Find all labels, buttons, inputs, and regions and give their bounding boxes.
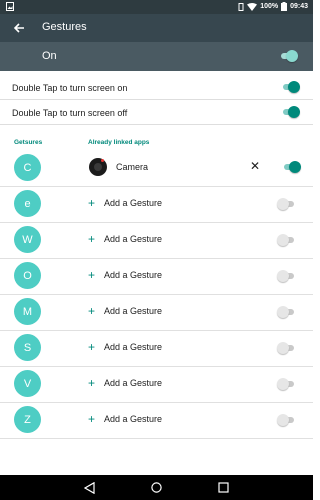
setting-label: Double Tap to turn screen off (12, 108, 128, 118)
switch-thumb (277, 270, 289, 282)
add-gesture-label[interactable]: Add a Gesture (104, 342, 162, 352)
master-toggle-label: On (42, 50, 57, 62)
unlink-close-icon[interactable]: ✕ (250, 159, 260, 173)
camera-lens (94, 163, 102, 171)
add-gesture-plus-icon[interactable]: + (88, 232, 95, 246)
gesture-switch-e[interactable] (277, 198, 295, 210)
add-gesture-plus-icon[interactable]: + (88, 340, 95, 354)
nav-back-icon[interactable] (84, 482, 95, 494)
linked-apps-header: Already linked apps (88, 139, 150, 146)
app-bar: Gestures (0, 14, 313, 42)
switch-thumb (277, 306, 289, 318)
add-gesture-label[interactable]: Add a Gesture (104, 270, 162, 280)
vibrate-icon (238, 2, 244, 11)
add-gesture-label[interactable]: Add a Gesture (104, 198, 162, 208)
gesture-switch-v[interactable] (277, 378, 295, 390)
add-gesture-plus-icon[interactable]: + (88, 268, 95, 282)
setting-row-double-tap-on[interactable]: Double Tap to turn screen on (0, 76, 313, 100)
clock-text: 09:43 (290, 3, 308, 10)
setting-row-double-tap-off[interactable]: Double Tap to turn screen off (0, 100, 313, 125)
switch-thumb (277, 342, 289, 354)
gesture-row-s[interactable]: S + Add a Gesture (0, 330, 313, 367)
gesture-letter-badge: W (14, 226, 41, 253)
gesture-letter-badge: Z (14, 406, 41, 433)
gesture-row-v[interactable]: V + Add a Gesture (0, 366, 313, 403)
gesture-switch-w[interactable] (277, 234, 295, 246)
switch-thumb (277, 198, 289, 210)
gesture-switch-c[interactable] (283, 161, 301, 173)
list-headers: Getsures Already linked apps (0, 137, 313, 149)
gestures-header: Getsures (14, 139, 43, 146)
gesture-row-z[interactable]: Z + Add a Gesture (0, 402, 313, 439)
gesture-letter-badge: O (14, 262, 41, 289)
add-gesture-label[interactable]: Add a Gesture (104, 306, 162, 316)
add-gesture-plus-icon[interactable]: + (88, 412, 95, 426)
gesture-row-e[interactable]: e + Add a Gesture (0, 186, 313, 223)
double-tap-on-switch[interactable] (282, 81, 300, 93)
master-toggle-row[interactable]: On (0, 42, 313, 71)
nav-recents-icon[interactable] (218, 482, 229, 493)
gesture-row-w[interactable]: W + Add a Gesture (0, 222, 313, 259)
back-arrow-icon[interactable] (10, 19, 28, 37)
add-gesture-plus-icon[interactable]: + (88, 304, 95, 318)
camera-app-icon (89, 158, 107, 176)
page-title: Gestures (42, 21, 87, 33)
gesture-letter-badge: V (14, 370, 41, 397)
camera-indicator-dot (101, 159, 104, 162)
switch-thumb (277, 234, 289, 246)
switch-thumb (288, 106, 300, 118)
gesture-letter-badge: e (14, 190, 41, 217)
gesture-switch-m[interactable] (277, 306, 295, 318)
add-gesture-label[interactable]: Add a Gesture (104, 234, 162, 244)
gesture-row-c[interactable]: C Camera ✕ (0, 150, 313, 187)
linked-app-label: Camera (116, 162, 149, 172)
nav-home-icon[interactable] (151, 482, 162, 493)
switch-thumb (277, 378, 289, 390)
wifi-icon (247, 2, 258, 11)
status-bar: 100% 09:43 (0, 0, 313, 14)
gesture-switch-s[interactable] (277, 342, 295, 354)
add-gesture-label[interactable]: Add a Gesture (104, 414, 162, 424)
setting-label: Double Tap to turn screen on (12, 83, 128, 93)
battery-icon (281, 2, 288, 11)
gesture-row-o[interactable]: O + Add a Gesture (0, 258, 313, 295)
gesture-letter-badge: S (14, 334, 41, 361)
image-notification-icon (6, 2, 14, 11)
battery-text: 100% (260, 3, 279, 10)
gesture-letter-badge: M (14, 298, 41, 325)
gesture-switch-o[interactable] (277, 270, 295, 282)
add-gesture-plus-icon[interactable]: + (88, 376, 95, 390)
gesture-letter-badge: C (14, 154, 41, 181)
switch-thumb (289, 161, 301, 173)
switch-thumb (286, 50, 298, 62)
add-gesture-plus-icon[interactable]: + (88, 196, 95, 210)
gesture-row-m[interactable]: M + Add a Gesture (0, 294, 313, 331)
gesture-switch-z[interactable] (277, 414, 295, 426)
add-gesture-label[interactable]: Add a Gesture (104, 378, 162, 388)
system-navigation-bar (0, 475, 313, 500)
notification-icons (6, 2, 14, 13)
switch-thumb (288, 81, 300, 93)
double-tap-off-switch[interactable] (282, 106, 300, 118)
master-switch[interactable] (280, 50, 298, 62)
switch-thumb (277, 414, 289, 426)
